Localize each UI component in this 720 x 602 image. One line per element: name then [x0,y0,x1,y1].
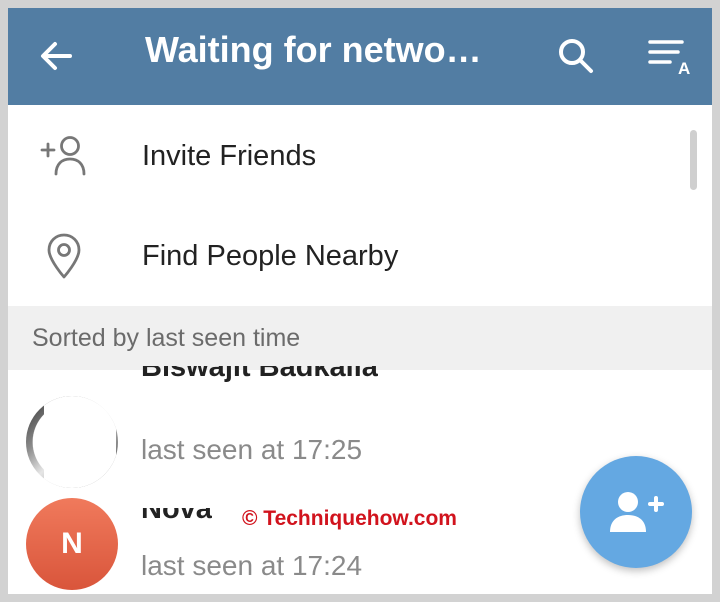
add-contact-button[interactable] [580,456,692,568]
search-button[interactable] [550,30,602,82]
arrow-left-icon [41,42,72,70]
app-window: Waiting for netwo… A Invite Friends Find… [8,8,712,594]
contact-name: Biswajit Badkalia [141,366,378,383]
location-pin-icon [38,230,90,282]
find-people-nearby-item[interactable]: Find People Nearby [8,206,712,306]
sort-button[interactable]: A [644,30,696,82]
sort-alphabet-icon: A [648,40,690,76]
search-icon [559,39,593,73]
add-contact-icon [610,492,664,532]
avatar: N [26,498,118,590]
section-header: Sorted by last seen time [8,306,712,370]
avatar [26,396,118,488]
add-person-icon [38,130,90,182]
find-people-nearby-label: Find People Nearby [142,240,399,272]
section-title: Sorted by last seen time [32,324,301,352]
contact-last-seen: last seen at 17:25 [141,434,363,465]
scrollbar[interactable] [690,130,697,190]
back-button[interactable] [30,30,82,82]
invite-friends-label: Invite Friends [142,140,317,172]
invite-friends-item[interactable]: Invite Friends [8,106,712,206]
svg-text:A: A [678,59,690,76]
top-app-bar: Waiting for netwo… A [8,8,712,105]
watermark: © Techniquehow.com [242,507,457,530]
contact-name: Nova [141,508,212,525]
contact-last-seen: last seen at 17:24 [141,550,363,581]
page-title: Waiting for netwo… [145,29,482,70]
